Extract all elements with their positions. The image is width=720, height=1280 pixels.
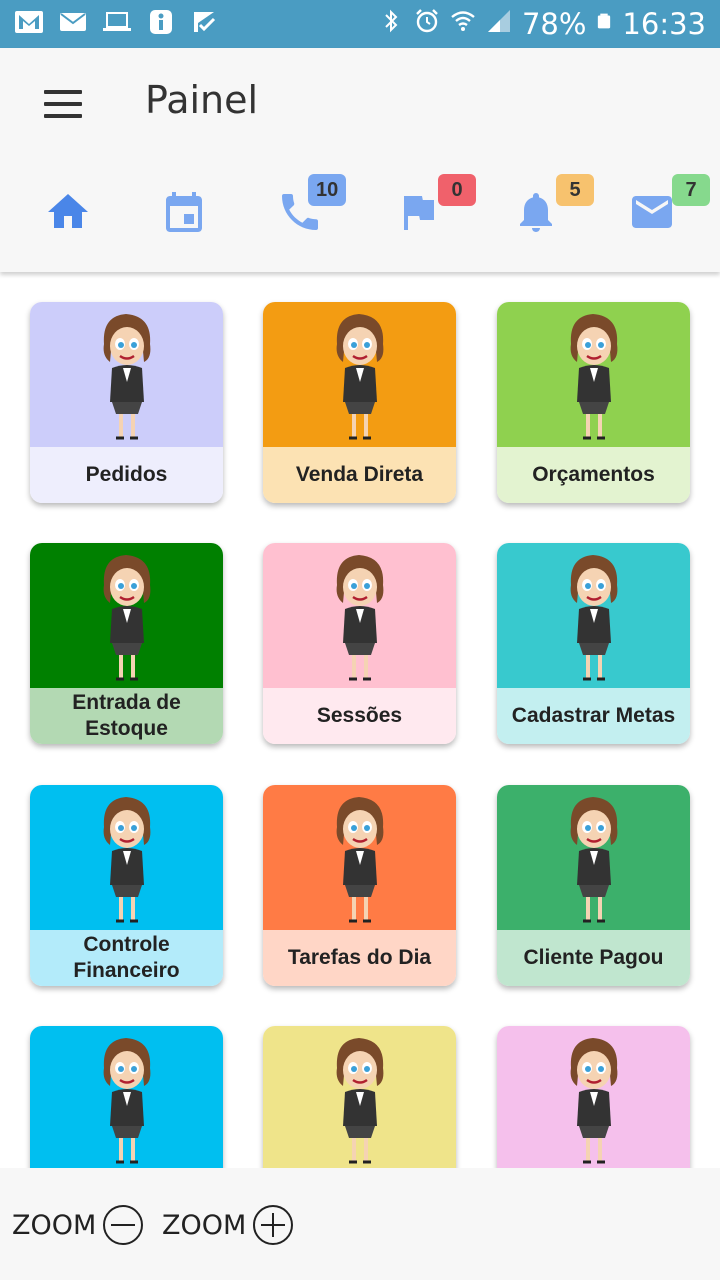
- alarm-icon: [414, 7, 440, 41]
- tile[interactable]: Cadastrar Metas: [497, 543, 690, 744]
- flag-icon[interactable]: 0: [394, 174, 476, 240]
- tile[interactable]: Sessões: [263, 543, 456, 744]
- tile-label: Pedidos: [30, 447, 223, 503]
- tile-illustration: [263, 785, 456, 930]
- minus-circle-icon: [103, 1205, 144, 1245]
- status-bar: 78% 16:33: [0, 0, 720, 48]
- phone-count-badge: 10: [308, 174, 347, 206]
- phone-icon[interactable]: 10: [276, 174, 347, 240]
- tile-illustration: [497, 302, 690, 447]
- app-bar: Painel 10 0 5 7: [0, 48, 720, 272]
- tile-label: Entrada de Estoque: [30, 688, 223, 744]
- zoom-out-button[interactable]: ZOOM: [12, 1204, 144, 1246]
- tile[interactable]: Pedidos: [30, 302, 223, 503]
- clock-time: 16:33: [622, 7, 706, 41]
- tile[interactable]: Cliente Pagou: [497, 785, 690, 986]
- battery-icon: [596, 7, 612, 41]
- battery-percent: 78%: [521, 7, 587, 41]
- quick-actions-bar: 10 0 5 7: [0, 174, 720, 248]
- tile[interactable]: Entrada de Estoque: [30, 543, 223, 744]
- plus-circle-icon: [253, 1205, 294, 1245]
- zoom-out-label: ZOOM: [12, 1209, 97, 1241]
- tile-illustration: [263, 543, 456, 688]
- zoom-in-button[interactable]: ZOOM: [162, 1204, 294, 1246]
- menu-icon[interactable]: [44, 90, 84, 120]
- tile[interactable]: Orçamentos: [497, 302, 690, 503]
- tile-label: Orçamentos: [497, 447, 690, 503]
- tile-illustration: [30, 1026, 223, 1171]
- tile-label: Cadastrar Metas: [497, 688, 690, 744]
- tile-illustration: [263, 1026, 456, 1171]
- info-icon: [146, 9, 176, 40]
- tile[interactable]: Tarefas do Dia: [263, 785, 456, 986]
- tile-illustration: [30, 785, 223, 930]
- tile[interactable]: Controle Financeiro: [30, 785, 223, 986]
- zoom-in-label: ZOOM: [162, 1209, 247, 1241]
- flag-count-badge: 0: [438, 174, 476, 206]
- signal-icon: [486, 7, 512, 41]
- tile-label: Venda Direta: [263, 447, 456, 503]
- mail-count-badge: 7: [672, 174, 710, 206]
- bluetooth-icon: [378, 7, 404, 41]
- tile-illustration: [497, 1026, 690, 1171]
- zoom-bar: ZOOM ZOOM: [0, 1168, 720, 1280]
- page-title: Painel: [145, 78, 259, 122]
- tile-illustration: [263, 302, 456, 447]
- wifi-icon: [450, 7, 476, 41]
- tile-illustration: [497, 785, 690, 930]
- laptop-icon: [102, 9, 132, 40]
- tile-illustration: [30, 543, 223, 688]
- tile-illustration: [497, 543, 690, 688]
- mail-icon[interactable]: 7: [628, 174, 710, 240]
- check-flag-icon: [190, 9, 220, 40]
- tile-label: Tarefas do Dia: [263, 930, 456, 986]
- bell-icon[interactable]: 5: [512, 174, 594, 240]
- tile-illustration: [30, 302, 223, 447]
- tile-label: Cliente Pagou: [497, 930, 690, 986]
- home-icon[interactable]: [44, 188, 96, 240]
- tile-label: Controle Financeiro: [30, 930, 223, 986]
- calendar-icon[interactable]: [160, 188, 212, 240]
- gmail-icon: [14, 9, 44, 40]
- tile[interactable]: Venda Direta: [263, 302, 456, 503]
- bell-count-badge: 5: [556, 174, 594, 206]
- email-icon: [58, 9, 88, 40]
- tile-label: Sessões: [263, 688, 456, 744]
